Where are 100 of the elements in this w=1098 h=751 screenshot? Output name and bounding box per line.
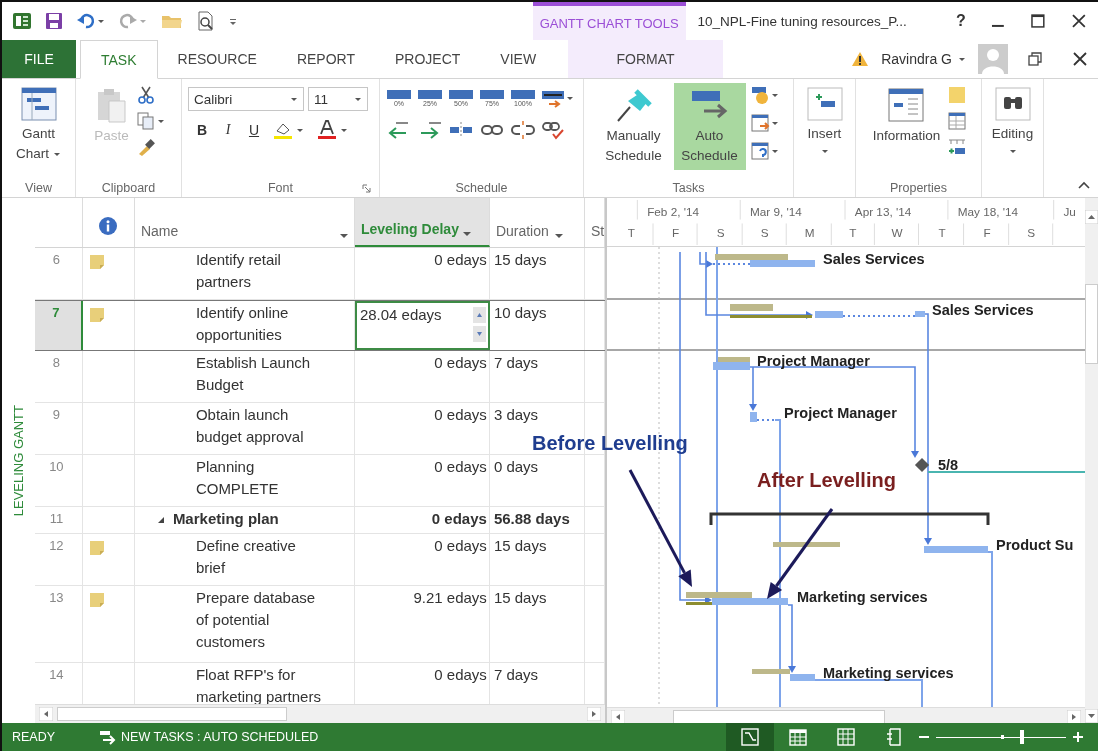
row-number[interactable]: 9	[34, 403, 83, 454]
collapse-ribbon-icon[interactable]	[1078, 181, 1090, 189]
add-to-timeline-icon[interactable]	[947, 137, 968, 157]
status-text: READY	[12, 730, 56, 744]
help-button[interactable]: ?	[946, 12, 976, 30]
insert-button[interactable]: Insert	[803, 83, 846, 159]
row-number[interactable]: 8	[34, 351, 83, 402]
task-move-icon[interactable]	[749, 113, 780, 135]
task-name: Define creative brief	[195, 536, 297, 578]
respect-links-icon[interactable]	[541, 119, 567, 141]
spin-up-icon[interactable]	[472, 307, 486, 323]
bar-label: Sales Services	[931, 302, 1034, 318]
caret-icon	[354, 95, 362, 103]
close-icon[interactable]	[1073, 52, 1087, 66]
task-name: Obtain launch budget approval	[195, 405, 305, 447]
undo-icon[interactable]	[76, 11, 106, 31]
print-preview-icon[interactable]	[196, 11, 216, 31]
task-help-icon[interactable]	[749, 141, 780, 163]
baseline-bar	[685, 592, 752, 598]
task-name: Planning COMPLETE	[195, 457, 280, 499]
unlink-icon[interactable]	[510, 119, 536, 141]
auto-schedule-button[interactable]: Auto Schedule	[673, 83, 746, 170]
project-logo-icon[interactable]	[12, 11, 32, 31]
timescale-label: S	[1027, 226, 1035, 240]
font-color-icon[interactable]	[316, 119, 350, 141]
scroll-right-icon[interactable]	[586, 707, 601, 721]
timescale-label: M	[804, 226, 815, 240]
close-icon[interactable]	[1071, 13, 1087, 29]
column-header[interactable]: St	[584, 198, 605, 247]
table-cell: 56.88 days	[489, 507, 585, 533]
ribbon-tab[interactable]: VIEW	[480, 40, 557, 78]
group-label: Tasks	[671, 181, 706, 195]
leveling-delay-field[interactable]: 28.04 edays	[354, 301, 490, 350]
information-icon	[886, 87, 927, 123]
inspect-icon[interactable]	[749, 85, 780, 107]
font-family-field[interactable]: Calibri	[188, 87, 304, 111]
row-number[interactable]: 6	[34, 248, 83, 299]
warning-icon[interactable]	[851, 51, 870, 67]
note-icon	[88, 254, 105, 270]
scrollbar-thumb[interactable]	[1085, 284, 1098, 364]
save-icon[interactable]	[44, 11, 64, 31]
baseline-bar	[717, 357, 750, 362]
ribbon-tab[interactable]: REPORT	[276, 40, 375, 78]
bar-label: Sales Services	[822, 251, 925, 267]
bold-button[interactable]: B	[194, 122, 210, 138]
note-icon	[88, 540, 105, 556]
column-header[interactable]: Name	[134, 198, 355, 247]
spin-down-icon[interactable]	[472, 326, 486, 342]
column-header[interactable]: Duration	[489, 198, 585, 247]
file-tab[interactable]: FILE	[2, 40, 76, 78]
manually-schedule-button[interactable]: Manually Schedule	[597, 83, 670, 170]
row-number[interactable]: 12	[34, 534, 83, 585]
baseline-bar	[729, 304, 773, 311]
row-number[interactable]: 13	[34, 586, 83, 662]
table-cell: 7 days	[489, 351, 585, 402]
scroll-left-icon[interactable]	[610, 710, 625, 723]
zoom-in-icon[interactable]	[1072, 731, 1084, 743]
cut-icon[interactable]	[135, 85, 156, 105]
scroll-right-icon[interactable]	[1067, 710, 1081, 723]
group-label: Font	[268, 181, 293, 195]
collapse-triangle-icon[interactable]	[156, 516, 165, 524]
timescale-label: May 18, '14	[957, 204, 1018, 218]
timescale-label: T	[849, 226, 857, 240]
baseline-bar	[685, 602, 712, 605]
scrollbar-thumb[interactable]	[56, 707, 287, 721]
italic-button[interactable]: I	[220, 122, 236, 138]
font-size-field[interactable]: 11	[308, 87, 368, 111]
row-number[interactable]: 11	[34, 507, 83, 533]
summary-bar[interactable]	[709, 512, 990, 525]
restore-icon[interactable]	[1028, 52, 1042, 66]
row-number[interactable]: 10	[34, 455, 83, 506]
information-button[interactable]: Information	[869, 83, 944, 150]
ribbon-tab[interactable]: TASK	[80, 40, 158, 79]
ribbon-tab[interactable]: RESOURCE	[157, 40, 277, 78]
scroll-down-icon[interactable]	[1085, 709, 1098, 723]
scrollbar-thumb[interactable]	[672, 710, 885, 723]
bar-label: Product Su	[995, 537, 1074, 553]
table-cell: 0 edays	[354, 507, 490, 533]
timescale-label: Feb 2, '14	[647, 204, 699, 218]
dialog-launcher-icon[interactable]	[362, 183, 371, 193]
scroll-left-icon[interactable]	[38, 707, 53, 721]
scroll-up-icon[interactable]	[1085, 210, 1098, 224]
calendar-icon	[789, 728, 807, 746]
account-menu[interactable]: Ravindra G	[875, 51, 972, 67]
copy-icon[interactable]	[135, 111, 166, 131]
underline-button[interactable]: U	[246, 122, 262, 138]
gantt-chart-button[interactable]: Gantt Chart	[8, 83, 69, 168]
details-icon[interactable]	[947, 111, 968, 131]
task-name: Establish Launch Budget	[195, 353, 312, 395]
gantt-view-button[interactable]	[726, 723, 774, 751]
ribbon-tab[interactable]: PROJECT	[375, 40, 481, 78]
ribbon-tab[interactable]: FORMAT	[568, 40, 724, 78]
bar-label: Marketing services	[822, 665, 954, 681]
editing-button[interactable]: Editing	[988, 83, 1037, 159]
milestone-label: 5/8	[937, 457, 959, 473]
caret-icon	[52, 150, 61, 158]
maximize-icon[interactable]	[1030, 13, 1047, 29]
task-bar[interactable]	[914, 311, 925, 317]
caret-icon	[554, 233, 563, 239]
group-label: Clipboard	[100, 181, 157, 195]
